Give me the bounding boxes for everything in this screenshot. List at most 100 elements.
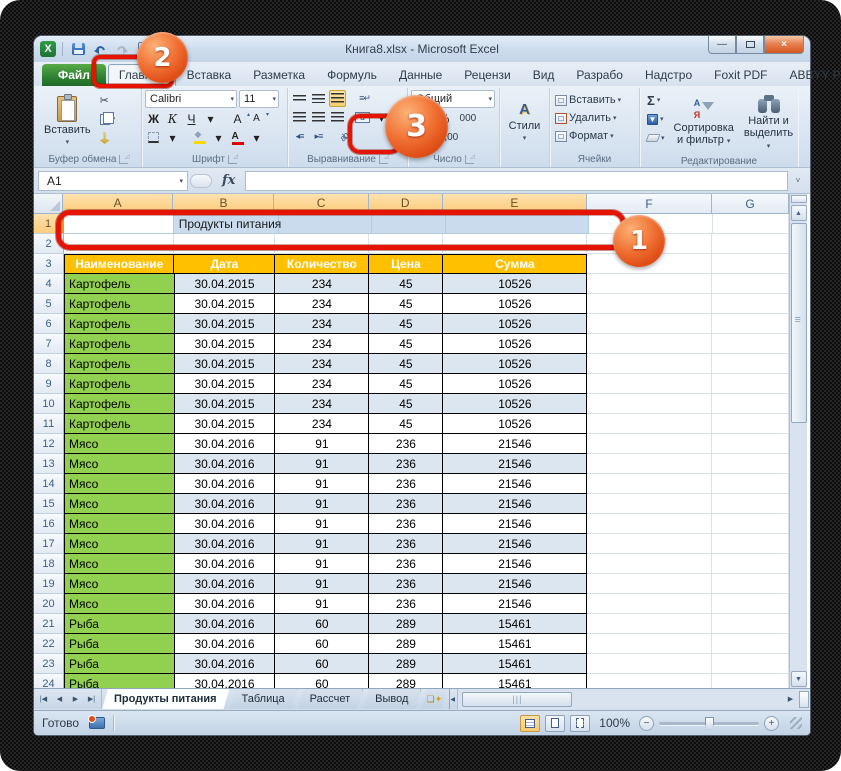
- row-header-18[interactable]: 18: [34, 554, 64, 574]
- cell-A15[interactable]: Мясо: [64, 494, 175, 514]
- tab-area-splitter[interactable]: ◀: [449, 689, 457, 709]
- cell-C12[interactable]: 91: [275, 434, 369, 454]
- cell-B11[interactable]: 30.04.2015: [175, 414, 276, 434]
- cell-B18[interactable]: 30.04.2016: [175, 554, 276, 574]
- cell-A21[interactable]: Рыба: [64, 614, 175, 634]
- ribbon-tab-10[interactable]: ABBYY PD: [779, 64, 841, 86]
- cell-F23[interactable]: [587, 654, 712, 674]
- cell-C14[interactable]: 91: [275, 474, 369, 494]
- cell-G18[interactable]: [712, 554, 789, 574]
- dialog-launcher-icon[interactable]: [379, 155, 388, 164]
- cell-D24[interactable]: 289: [369, 674, 443, 688]
- minimize-button[interactable]: —: [708, 36, 736, 54]
- cell-F7[interactable]: [587, 334, 712, 354]
- cell-A6[interactable]: Картофель: [64, 314, 175, 334]
- grow-font-button[interactable]: А: [229, 110, 246, 127]
- cell-F10[interactable]: [587, 394, 712, 414]
- cell-A17[interactable]: Мясо: [64, 534, 175, 554]
- row-header-3[interactable]: 3: [34, 254, 64, 274]
- table-header-B3[interactable]: Дата: [174, 254, 275, 274]
- cell-A20[interactable]: Мясо: [64, 594, 175, 614]
- cell-G13[interactable]: [712, 454, 789, 474]
- ribbon-tab-3[interactable]: Формуль: [316, 64, 388, 86]
- cell-G23[interactable]: [712, 654, 789, 674]
- cell-D16[interactable]: 236: [369, 514, 443, 534]
- cell-C23[interactable]: 60: [275, 654, 369, 674]
- cell-E9[interactable]: 10526: [443, 374, 587, 394]
- insert-function-icon[interactable]: fx: [214, 173, 243, 188]
- sheet-tab-2[interactable]: Рассчет: [298, 689, 364, 709]
- cell-B20[interactable]: 30.04.2016: [175, 594, 276, 614]
- cell-E10[interactable]: 10526: [443, 394, 587, 414]
- next-sheet-icon[interactable]: ▶: [68, 692, 83, 707]
- vertical-split-box[interactable]: [791, 195, 807, 203]
- cell-D21[interactable]: 289: [369, 614, 443, 634]
- font-name-combo[interactable]: Calibri▾: [145, 90, 237, 108]
- font-size-combo[interactable]: 11▾: [239, 90, 279, 108]
- cell-G6[interactable]: [712, 314, 789, 334]
- row-header-22[interactable]: 22: [34, 634, 64, 654]
- cell-E14[interactable]: 21546: [443, 474, 587, 494]
- align-right-button[interactable]: [329, 109, 346, 126]
- row-header-20[interactable]: 20: [34, 594, 64, 614]
- cell-G12[interactable]: [712, 434, 789, 454]
- cell-B10[interactable]: 30.04.2015: [175, 394, 276, 414]
- zoom-slider[interactable]: [659, 722, 759, 725]
- page-layout-view-button[interactable]: [545, 715, 565, 732]
- wrap-text-button[interactable]: ≡↵: [356, 90, 373, 107]
- cell-C18[interactable]: 91: [275, 554, 369, 574]
- cell-G17[interactable]: [712, 534, 789, 554]
- borders-button[interactable]: [145, 129, 162, 146]
- cell-G4[interactable]: [712, 274, 789, 294]
- cell-C24[interactable]: 60: [275, 674, 369, 688]
- cell-B17[interactable]: 30.04.2016: [175, 534, 276, 554]
- row-header-9[interactable]: 9: [34, 374, 64, 394]
- cell-E12[interactable]: 21546: [443, 434, 587, 454]
- cell-E23[interactable]: 15461: [443, 654, 587, 674]
- vertical-scrollbar[interactable]: ▲ ▼: [789, 194, 807, 688]
- horizontal-scrollbar[interactable]: ||| ▶: [457, 689, 810, 709]
- cell-G7[interactable]: [712, 334, 789, 354]
- cell-D10[interactable]: 45: [369, 394, 443, 414]
- clear-button[interactable]: ▾: [645, 130, 667, 146]
- paste-button[interactable]: Вставить ▾: [39, 90, 96, 152]
- comma-style-button[interactable]: 000: [459, 110, 478, 127]
- cell-B5[interactable]: 30.04.2015: [175, 294, 276, 314]
- copy-button[interactable]: ▾: [98, 111, 118, 127]
- cell-C7[interactable]: 234: [275, 334, 369, 354]
- zoom-out-icon[interactable]: −: [639, 716, 654, 731]
- cell-B12[interactable]: 30.04.2016: [175, 434, 276, 454]
- cell-D14[interactable]: 236: [369, 474, 443, 494]
- cell-B24[interactable]: 30.04.2016: [175, 674, 276, 688]
- align-left-button[interactable]: [291, 109, 308, 126]
- cell-A5[interactable]: Картофель: [64, 294, 175, 314]
- cell-E19[interactable]: 21546: [443, 574, 587, 594]
- name-box[interactable]: A1▾: [38, 171, 188, 191]
- sheet-tab-3[interactable]: Вывод: [363, 689, 421, 709]
- fill-color-dropdown-icon[interactable]: ▾: [210, 129, 227, 146]
- cell-E6[interactable]: 10526: [443, 314, 587, 334]
- sheet-tab-0[interactable]: Продукты питания: [102, 689, 230, 709]
- underline-dropdown-icon[interactable]: ▾: [202, 110, 219, 127]
- ribbon-tab-4[interactable]: Данные: [388, 64, 453, 86]
- underline-button[interactable]: Ч: [183, 110, 200, 127]
- row-header-16[interactable]: 16: [34, 514, 64, 534]
- cell-E16[interactable]: 21546: [443, 514, 587, 534]
- expand-formula-bar-icon[interactable]: ˅: [790, 171, 806, 191]
- ribbon-tab-2[interactable]: Разметка: [242, 64, 316, 86]
- cell-A7[interactable]: Картофель: [64, 334, 175, 354]
- cell-B6[interactable]: 30.04.2015: [175, 314, 276, 334]
- horizontal-scroll-thumb[interactable]: |||: [462, 692, 572, 707]
- normal-view-button[interactable]: [520, 715, 540, 732]
- cell-A18[interactable]: Мясо: [64, 554, 175, 574]
- cell-G14[interactable]: [712, 474, 789, 494]
- horizontal-split-box[interactable]: [799, 691, 809, 708]
- cell-E5[interactable]: 10526: [443, 294, 587, 314]
- row-header-10[interactable]: 10: [34, 394, 64, 414]
- scroll-right-icon[interactable]: ▶: [783, 692, 798, 707]
- autosum-button[interactable]: Σ▾: [645, 92, 667, 108]
- dialog-launcher-icon[interactable]: [119, 155, 128, 164]
- cell-G24[interactable]: [712, 674, 789, 688]
- cell-C22[interactable]: 60: [275, 634, 369, 654]
- cell-A11[interactable]: Картофель: [64, 414, 175, 434]
